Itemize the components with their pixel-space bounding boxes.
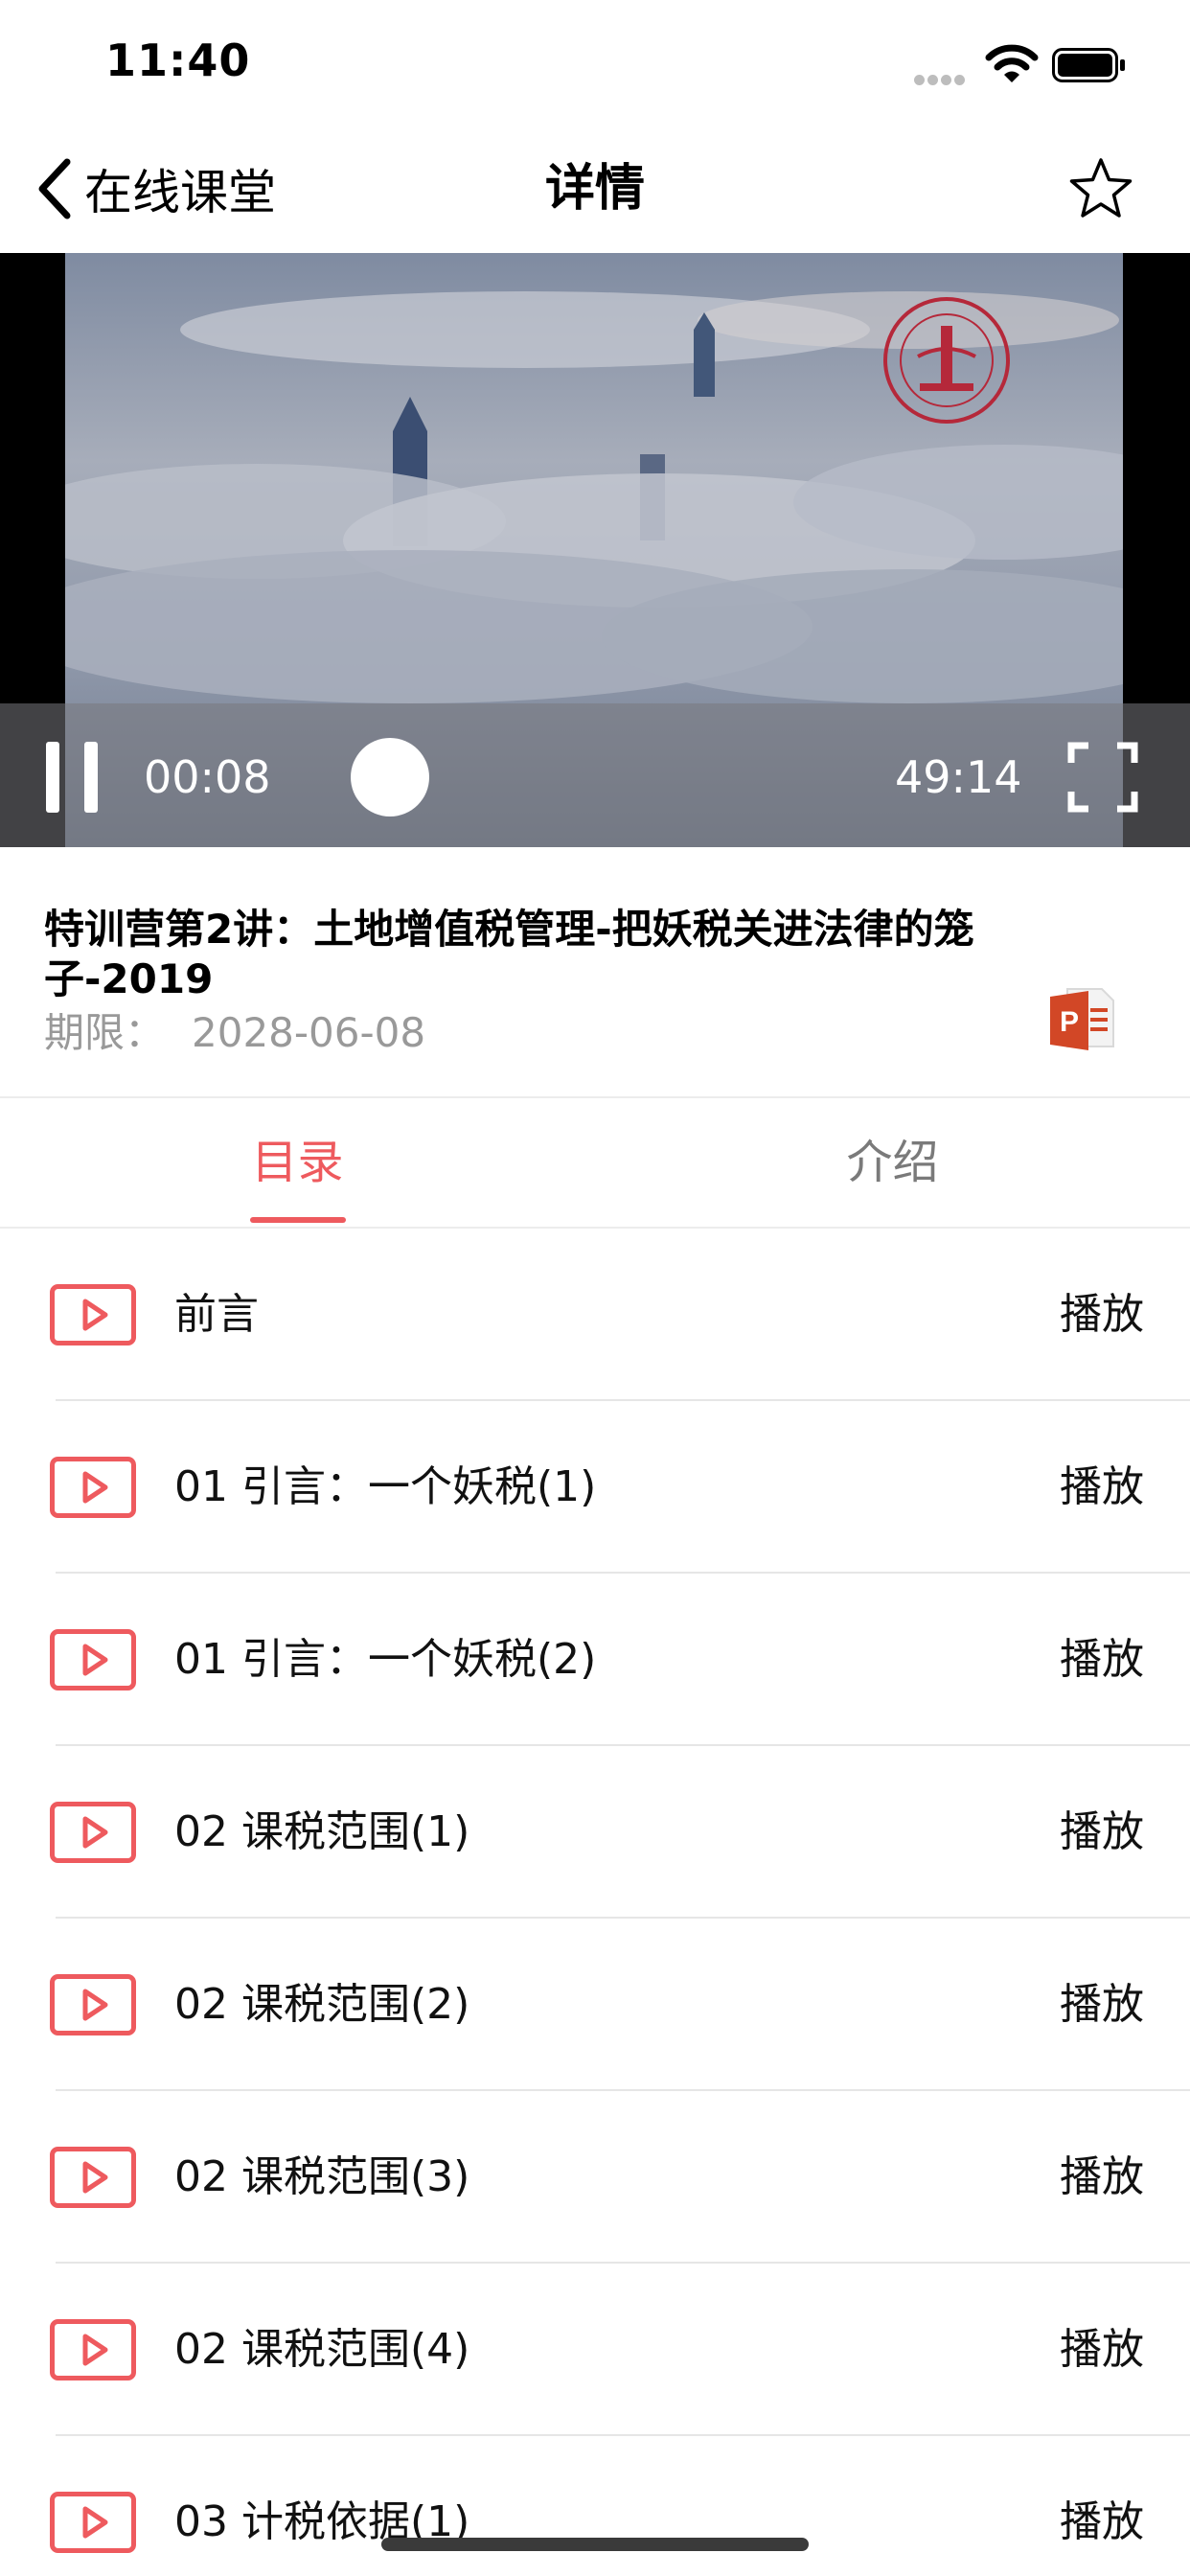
play-icon <box>50 2319 136 2380</box>
tab-bar: 目录 介绍 <box>0 1098 1190 1229</box>
lesson-title: 前言 <box>174 1290 259 1339</box>
lesson-row[interactable]: 02 课税范围(2) 播放 <box>0 1919 1190 2091</box>
tab-intro[interactable]: 介绍 <box>595 1098 1190 1227</box>
battery-icon <box>1052 48 1125 82</box>
play-icon <box>50 1974 136 2036</box>
play-icon <box>50 1802 136 1863</box>
status-bar: 11:40 <box>0 0 1190 126</box>
lesson-row[interactable]: 01 引言：一个妖税(1) 播放 <box>0 1401 1190 1574</box>
lesson-title: 01 引言：一个妖税(1) <box>174 1462 597 1511</box>
play-button[interactable]: 播放 <box>1060 1460 1144 1514</box>
lesson-title: 02 课税范围(3) <box>174 2152 470 2201</box>
play-button[interactable]: 播放 <box>1060 2496 1144 2549</box>
lesson-list: 前言 播放 01 引言：一个妖税(1) 播放 01 引言：一个妖税(2) 播放 … <box>0 1229 1190 2576</box>
lesson-title: 01 引言：一个妖税(2) <box>174 1635 597 1684</box>
play-button[interactable]: 播放 <box>1060 2323 1144 2377</box>
total-time: 49:14 <box>895 751 1022 803</box>
play-icon <box>50 1457 136 1518</box>
expiry: 期限： 2028-06-08 <box>44 1000 425 1059</box>
lesson-row[interactable]: 02 课税范围(3) 播放 <box>0 2091 1190 2264</box>
cellular-signal-icon <box>914 71 970 85</box>
powerpoint-icon[interactable]: P <box>1046 983 1117 1054</box>
play-icon <box>50 2147 136 2208</box>
page-title: 详情 <box>544 160 645 218</box>
fullscreen-icon[interactable] <box>1067 742 1138 813</box>
lesson-title: 02 课税范围(2) <box>174 1980 470 2029</box>
tab-catalog[interactable]: 目录 <box>0 1098 595 1227</box>
star-icon[interactable] <box>1067 155 1134 222</box>
lesson-title: 02 课税范围(4) <box>174 2325 470 2374</box>
play-button[interactable]: 播放 <box>1060 1288 1144 1342</box>
lesson-row[interactable]: 02 课税范围(1) 播放 <box>0 1746 1190 1919</box>
video-controls: 00:08 49:14 <box>0 703 1190 847</box>
course-info: 特训营第2讲：土地增值税管理-把妖税关进法律的笼子-2019 期限： 2028-0… <box>0 847 1190 1098</box>
lesson-row[interactable]: 01 引言：一个妖税(2) 播放 <box>0 1574 1190 1746</box>
home-indicator <box>381 2538 809 2551</box>
progress-scrubber[interactable] <box>351 738 429 816</box>
play-icon <box>50 1284 136 1346</box>
play-button[interactable]: 播放 <box>1060 1806 1144 1859</box>
course-detail-page: 11:40 在线课堂 详情 00:08 49:14 特训营第2讲：土地增值税管理… <box>0 0 1190 2576</box>
current-time: 00:08 <box>144 751 271 803</box>
play-icon <box>50 2492 136 2553</box>
play-button[interactable]: 播放 <box>1060 1633 1144 1687</box>
play-button[interactable]: 播放 <box>1060 1978 1144 2032</box>
expiry-label: 期限： <box>44 1009 166 1056</box>
play-button[interactable]: 播放 <box>1060 2150 1144 2204</box>
navigation-bar: 在线课堂 详情 <box>0 126 1190 253</box>
video-player[interactable]: 00:08 49:14 <box>0 253 1190 847</box>
pause-icon[interactable] <box>46 742 98 813</box>
play-icon <box>50 1629 136 1690</box>
course-title: 特训营第2讲：土地增值税管理-把妖税关进法律的笼子-2019 <box>44 906 974 1002</box>
lesson-row[interactable]: 02 课税范围(4) 播放 <box>0 2264 1190 2436</box>
lesson-row[interactable]: 前言 播放 <box>0 1229 1190 1401</box>
status-time: 11:40 <box>105 34 251 86</box>
svg-text:P: P <box>1060 1006 1079 1038</box>
lesson-row[interactable]: 03 计税依据(1) 播放 <box>0 2436 1190 2576</box>
active-tab-indicator <box>250 1217 346 1223</box>
expiry-date: 2028-06-08 <box>192 1009 426 1056</box>
lesson-title: 02 课税范围(1) <box>174 1807 470 1856</box>
wifi-icon <box>985 44 1039 82</box>
